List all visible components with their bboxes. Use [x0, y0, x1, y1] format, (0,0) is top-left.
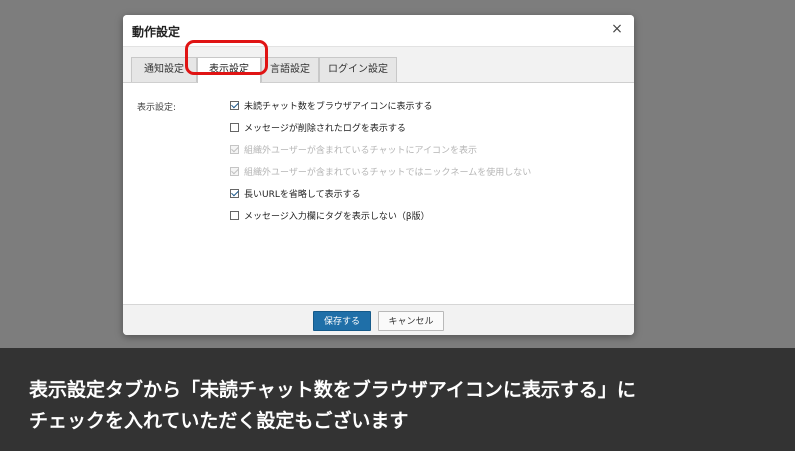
tab-label: 通知設定	[144, 64, 184, 75]
checkbox[interactable]	[230, 122, 239, 132]
checkbox[interactable]	[230, 210, 239, 220]
checkbox[interactable]	[230, 100, 239, 110]
save-button[interactable]: 保存する	[313, 311, 371, 331]
caption-band: 表示設定タブから「未読チャット数をブラウザアイコンに表示する」に チェックを入れ…	[0, 348, 795, 451]
tab-language-settings[interactable]: 言語設定	[261, 57, 319, 82]
option-hide-tags-in-input[interactable]: メッセージ入力欄にタグを表示しない（β版）	[230, 208, 430, 222]
dialog-title: 動作設定	[132, 25, 181, 39]
caption-line-1: 表示設定タブから「未読チャット数をブラウザアイコンに表示する」に	[29, 379, 636, 401]
tab-label: ログイン設定	[328, 64, 388, 75]
option-label: メッセージが削除されたログを表示する	[244, 123, 406, 134]
cancel-button[interactable]: キャンセル	[378, 311, 444, 331]
option-external-user-icon: 組織外ユーザーが含まれているチャットにアイコンを表示	[230, 142, 477, 156]
section-label: 表示設定:	[137, 103, 177, 113]
option-label: 組織外ユーザーが含まれているチャットにアイコンを表示	[244, 145, 478, 156]
checkbox[interactable]	[230, 188, 239, 198]
tab-login-settings[interactable]: ログイン設定	[319, 57, 397, 82]
option-label: 未読チャット数をブラウザアイコンに表示する	[244, 101, 433, 112]
option-label: メッセージ入力欄にタグを表示しない（β版）	[244, 211, 430, 222]
checkbox	[230, 144, 239, 154]
tab-highlight-annotation	[185, 40, 268, 75]
option-unread-count-browser-icon[interactable]: 未読チャット数をブラウザアイコンに表示する	[230, 98, 432, 112]
dialog-footer: 保存する キャンセル	[123, 304, 634, 335]
tab-label: 言語設定	[270, 64, 310, 75]
caption-line-2: チェックを入れていただく設定もございます	[29, 410, 409, 432]
option-label: 組織外ユーザーが含まれているチャットではニックネームを使用しない	[244, 167, 532, 178]
checkbox	[230, 166, 239, 176]
close-icon[interactable]: ×	[610, 21, 624, 37]
option-external-user-no-nickname: 組織外ユーザーが含まれているチャットではニックネームを使用しない	[230, 164, 531, 178]
option-shorten-long-urls[interactable]: 長いURLを省略して表示する	[230, 186, 361, 200]
option-show-deleted-message-log[interactable]: メッセージが削除されたログを表示する	[230, 120, 406, 134]
option-label: 長いURLを省略して表示する	[244, 189, 361, 200]
display-settings-panel: 表示設定: 未読チャット数をブラウザアイコンに表示する メッセージが削除されたロ…	[123, 83, 634, 319]
